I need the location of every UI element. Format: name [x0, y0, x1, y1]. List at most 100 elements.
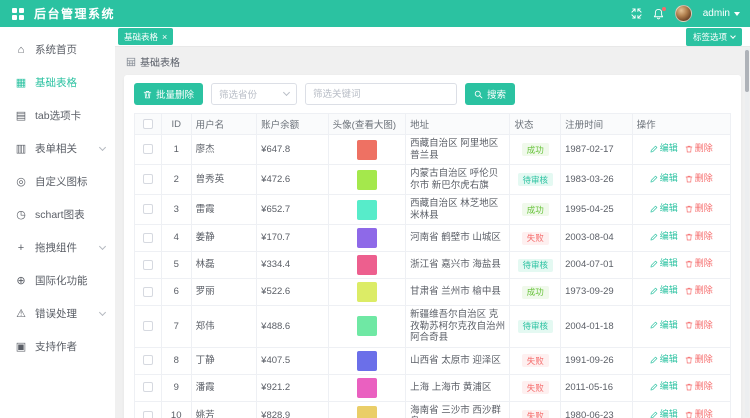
drag-icon: +: [14, 242, 28, 254]
pencil-icon: [650, 205, 658, 213]
app-logo-icon: [12, 8, 24, 20]
search-button[interactable]: 搜索: [465, 83, 515, 105]
delete-button[interactable]: 删除: [685, 173, 713, 185]
user-avatar-thumbnail[interactable]: [357, 351, 377, 371]
status-badge: 失败: [522, 381, 549, 394]
row-checkbox[interactable]: [143, 382, 153, 392]
sidebar-item-support[interactable]: ▣ 支持作者: [0, 330, 115, 363]
edit-button[interactable]: 编辑: [650, 173, 678, 185]
username-label: admin: [703, 8, 730, 19]
cell-address: 浙江省 嘉兴市 海盐县: [406, 252, 510, 279]
pencil-icon: [650, 321, 658, 329]
province-select[interactable]: 筛选省份: [211, 83, 297, 105]
close-icon[interactable]: ×: [162, 34, 167, 40]
cell-address: 西藏自治区 林芝地区 米林县: [406, 195, 510, 225]
delete-button[interactable]: 删除: [685, 258, 713, 270]
user-avatar-thumbnail[interactable]: [357, 228, 377, 248]
row-checkbox[interactable]: [143, 287, 153, 297]
user-avatar-thumbnail[interactable]: [357, 406, 377, 418]
keyword-input[interactable]: [305, 83, 457, 105]
user-avatar[interactable]: [675, 5, 692, 22]
cell-register-date: 1983-03-26: [561, 165, 633, 195]
support-icon: ▣: [14, 340, 28, 353]
scrollbar-thumb[interactable]: [745, 50, 749, 92]
delete-button[interactable]: 删除: [685, 203, 713, 215]
column-header: 注册时间: [561, 114, 633, 135]
cell-address: 内蒙古自治区 呼伦贝尔市 新巴尔虎右旗: [406, 165, 510, 195]
sidebar-item-tabs[interactable]: ▤ tab选项卡: [0, 99, 115, 132]
tag-options-button[interactable]: 标签选项: [686, 28, 742, 46]
user-avatar-thumbnail[interactable]: [357, 140, 377, 160]
sidebar-item-home[interactable]: ⌂ 系统首页: [0, 33, 115, 66]
table-body: 1 廖杰 ¥647.8 西藏自治区 阿里地区 普兰县 成功 1987-02-17…: [135, 135, 731, 418]
custom-icon-icon: ◎: [14, 175, 28, 188]
sidebar-item-error[interactable]: ⚠ 错误处理: [0, 297, 115, 330]
bell-icon[interactable]: [653, 8, 664, 20]
edit-button[interactable]: 编辑: [650, 143, 678, 155]
app-header: 后台管理系统 admin: [0, 0, 750, 27]
edit-button[interactable]: 编辑: [650, 285, 678, 297]
cell-username: 林磊: [191, 252, 257, 279]
edit-button[interactable]: 编辑: [650, 381, 678, 393]
table-row: 7 郑伟 ¥488.6 新疆维吾尔自治区 克孜勒苏柯尔克孜自治州 阿合奇县 待审…: [135, 306, 731, 348]
batch-delete-button[interactable]: 批量删除: [134, 83, 203, 105]
tab-basic-table[interactable]: 基础表格 ×: [118, 28, 173, 45]
user-avatar-thumbnail[interactable]: [357, 200, 377, 220]
pencil-icon: [650, 356, 658, 364]
edit-button[interactable]: 编辑: [650, 203, 678, 215]
edit-button[interactable]: 编辑: [650, 231, 678, 243]
fullscreen-icon[interactable]: [631, 8, 642, 19]
delete-button[interactable]: 删除: [685, 285, 713, 297]
form-icon: ▥: [14, 142, 28, 155]
table-row: 3 雷霞 ¥652.7 西藏自治区 林芝地区 米林县 成功 1995-04-25…: [135, 195, 731, 225]
sidebar-item-custom-icon[interactable]: ◎ 自定义图标: [0, 165, 115, 198]
tab-bar: 基础表格 × 标签选项: [115, 27, 750, 47]
cell-balance: ¥647.8: [257, 135, 329, 165]
delete-button[interactable]: 删除: [685, 320, 713, 332]
batch-delete-label: 批量删除: [156, 87, 194, 101]
cell-username: 姚芳: [191, 401, 257, 418]
user-avatar-thumbnail[interactable]: [357, 170, 377, 190]
delete-button[interactable]: 删除: [685, 354, 713, 366]
edit-button[interactable]: 编辑: [650, 409, 678, 418]
delete-button[interactable]: 删除: [685, 381, 713, 393]
table-row: 9 潘霞 ¥921.2 上海 上海市 黄浦区 失败 2011-05-16 编辑 …: [135, 374, 731, 401]
cell-balance: ¥522.6: [257, 279, 329, 306]
user-avatar-thumbnail[interactable]: [357, 255, 377, 275]
sidebar-item-form[interactable]: ▥ 表单相关: [0, 132, 115, 165]
row-checkbox[interactable]: [143, 204, 153, 214]
sidebar-item-drag[interactable]: + 拖拽组件: [0, 231, 115, 264]
user-menu[interactable]: admin: [703, 8, 740, 19]
sidebar-item-table[interactable]: ▦ 基础表格: [0, 66, 115, 99]
notification-dot: [662, 7, 666, 11]
delete-button[interactable]: 删除: [685, 143, 713, 155]
cell-address: 海南省 三沙市 西沙群岛: [406, 401, 510, 418]
delete-button[interactable]: 删除: [685, 409, 713, 418]
cell-address: 山西省 太原市 迎泽区: [406, 347, 510, 374]
cell-id: 7: [161, 306, 191, 348]
select-all-checkbox[interactable]: [143, 119, 153, 129]
sidebar-menu: ⌂ 系统首页 ▦ 基础表格 ▤ tab选项卡 ▥ 表单相关 ◎ 自定义图标 ◷ …: [0, 33, 115, 363]
sidebar-item-i18n[interactable]: ⊕ 国际化功能: [0, 264, 115, 297]
edit-button[interactable]: 编辑: [650, 320, 678, 332]
row-checkbox[interactable]: [143, 144, 153, 154]
row-checkbox[interactable]: [143, 321, 153, 331]
user-avatar-thumbnail[interactable]: [357, 378, 377, 398]
trash-icon: [685, 145, 693, 153]
edit-button[interactable]: 编辑: [650, 354, 678, 366]
trash-icon: [685, 321, 693, 329]
status-badge: 失败: [522, 232, 549, 245]
row-checkbox[interactable]: [143, 233, 153, 243]
row-checkbox[interactable]: [143, 355, 153, 365]
row-checkbox[interactable]: [143, 411, 153, 418]
user-avatar-thumbnail[interactable]: [357, 282, 377, 302]
row-checkbox[interactable]: [143, 174, 153, 184]
sidebar-item-chart[interactable]: ◷ schart图表: [0, 198, 115, 231]
row-checkbox[interactable]: [143, 260, 153, 270]
cell-id: 4: [161, 225, 191, 252]
delete-button[interactable]: 删除: [685, 231, 713, 243]
user-avatar-thumbnail[interactable]: [357, 316, 377, 336]
cell-register-date: 2004-01-18: [561, 306, 633, 348]
edit-button[interactable]: 编辑: [650, 258, 678, 270]
error-icon: ⚠: [14, 307, 28, 320]
